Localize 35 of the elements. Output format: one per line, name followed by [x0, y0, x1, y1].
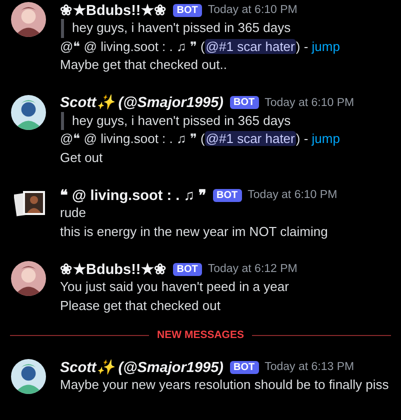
avatar[interactable]	[11, 94, 46, 130]
timestamp: Today at 6:12 PM	[208, 263, 298, 275]
message-text: Please get that checked out	[60, 296, 222, 315]
bot-badge: BOT	[172, 262, 202, 276]
timestamp: Today at 6:10 PM	[248, 189, 338, 201]
jump-link[interactable]: jump	[312, 38, 340, 54]
mention[interactable]: @#1 scar hater	[204, 38, 296, 54]
message-text: Maybe your new years resolution should be to finally piss	[60, 376, 389, 394]
mention[interactable]: @#1 scar hater	[204, 131, 296, 146]
timestamp: Today at 6:10 PM	[208, 4, 298, 16]
bot-badge: BOT	[230, 96, 259, 109]
bot-badge: BOT	[212, 188, 242, 202]
username[interactable]: Scott✨ (@Smajor1995)	[60, 94, 224, 111]
jump-link[interactable]: jump	[312, 131, 340, 146]
username[interactable]: ❀★Bdubs!!★❀	[60, 260, 167, 278]
timestamp: Today at 6:10 PM	[264, 96, 354, 108]
timestamp: Today at 6:13 PM	[264, 361, 354, 373]
quote-block: hey guys, i haven't pissed in 365 days	[61, 112, 354, 130]
username[interactable]: ❝ @ living.soot : . ♫ ❞	[60, 186, 207, 204]
username[interactable]: ❀★Bdubs!!★❀	[60, 2, 167, 18]
reply-line: @❝ @ living.soot : . ♫ ❞ (@#1 scar hater) - jump	[60, 38, 340, 56]
message-text: You just said you haven't peed in a year	[60, 278, 290, 296]
message-text: rude	[60, 204, 88, 222]
avatar[interactable]	[11, 359, 46, 394]
username[interactable]: Scott✨ (@Smajor1995)	[60, 358, 224, 376]
bot-badge: BOT	[230, 360, 259, 374]
message-text: Get out	[60, 148, 104, 166]
quote-block: hey guys, i haven't pissed in 365 days	[61, 19, 340, 38]
avatar[interactable]	[11, 261, 46, 296]
new-messages-divider: NEW MESSAGES	[157, 329, 244, 341]
message-text: this is energy in the new year im NOT claiming	[60, 222, 329, 241]
message-text: Maybe get that checked out..	[60, 56, 228, 74]
reply-line: @❝ @ living.soot : . ♫ ❞ (@#1 scar hater) - jump	[60, 130, 341, 148]
avatar[interactable]	[11, 2, 46, 37]
bot-badge: BOT	[172, 4, 202, 16]
